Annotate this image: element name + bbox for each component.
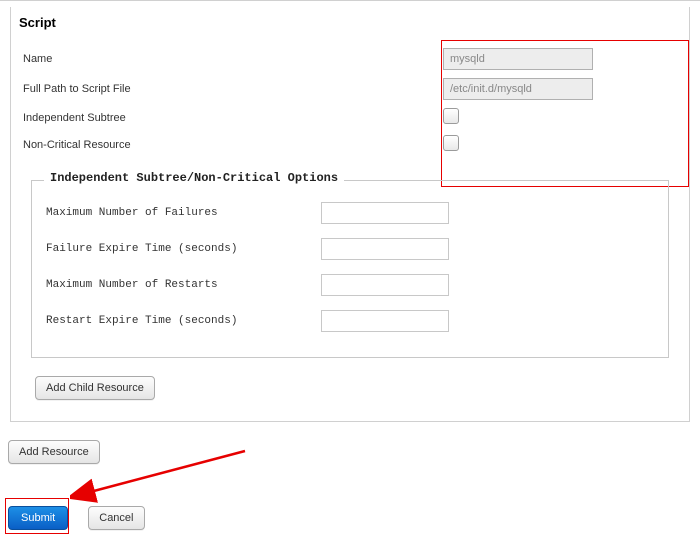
subtree-legend: Independent Subtree/Non-Critical Options (44, 171, 344, 185)
max-failures-input[interactable] (321, 202, 449, 224)
failure-expire-label: Failure Expire Time (seconds) (46, 243, 321, 255)
restart-expire-input[interactable] (321, 310, 449, 332)
submit-button[interactable]: Submit (8, 506, 68, 530)
add-child-resource-button[interactable]: Add Child Resource (35, 376, 155, 400)
add-resource-button[interactable]: Add Resource (8, 440, 100, 464)
script-path-input[interactable] (443, 78, 593, 100)
restart-expire-label: Restart Expire Time (seconds) (46, 315, 321, 327)
name-label: Name (23, 53, 443, 65)
independent-subtree-label: Independent Subtree (23, 112, 443, 124)
failure-expire-input[interactable] (321, 238, 449, 260)
non-critical-label: Non-Critical Resource (23, 139, 443, 151)
path-label: Full Path to Script File (23, 83, 443, 95)
independent-subtree-checkbox[interactable] (443, 108, 459, 124)
max-restarts-input[interactable] (321, 274, 449, 296)
max-failures-label: Maximum Number of Failures (46, 207, 321, 219)
max-restarts-label: Maximum Number of Restarts (46, 279, 321, 291)
cancel-button[interactable]: Cancel (88, 506, 144, 530)
subtree-options-fieldset: Independent Subtree/Non-Critical Options… (31, 180, 669, 358)
section-title: Script (11, 7, 689, 44)
name-input[interactable] (443, 48, 593, 70)
non-critical-checkbox[interactable] (443, 135, 459, 151)
script-panel: Script Name Full Path to Script File Ind… (10, 7, 690, 422)
